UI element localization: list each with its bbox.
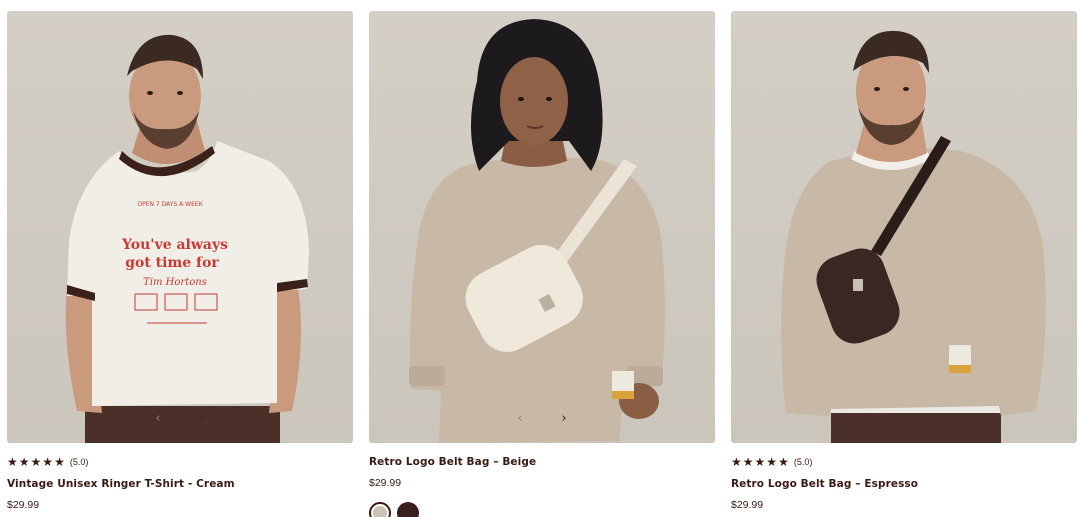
product-image[interactable]: OPEN 7 DAYS A WEEK You've always got tim… — [7, 11, 353, 443]
print-text-line: Tim Hortons — [143, 277, 207, 288]
star-icon: ★ — [42, 455, 54, 469]
print-text-line: OPEN 7 DAYS A WEEK — [137, 201, 203, 208]
star-icon: ★ — [742, 455, 754, 469]
star-icon: ★ — [754, 455, 766, 469]
product-rating: ★ ★ ★ ★ ★ (5.0) — [731, 454, 1077, 470]
product-rating: ★ ★ ★ ★ ★ (5.0) — [7, 454, 353, 470]
star-icon: ★ — [778, 455, 789, 469]
color-swatch-beige[interactable] — [369, 502, 391, 517]
next-image-button[interactable]: › — [557, 411, 571, 425]
product-photo-tshirt: OPEN 7 DAYS A WEEK You've always got tim… — [65, 34, 309, 443]
product-title-link[interactable]: Retro Logo Belt Bag – Espresso — [731, 476, 1077, 492]
star-icon: ★ — [731, 455, 742, 469]
star-icon: ★ — [54, 455, 65, 469]
star-rating: ★ ★ ★ ★ ★ — [7, 456, 65, 468]
color-swatches — [369, 502, 715, 517]
carousel-nav: ‹ › — [151, 411, 209, 425]
star-icon: ★ — [18, 455, 30, 469]
product-title-link[interactable]: Retro Logo Belt Bag – Beige — [369, 454, 715, 470]
carousel-nav: ‹ › — [513, 411, 571, 425]
rating-value: (5.0) — [793, 457, 813, 467]
product-image[interactable] — [731, 11, 1077, 443]
print-text-line: got time for — [125, 255, 219, 271]
star-icon: ★ — [7, 455, 18, 469]
color-swatch-espresso[interactable] — [397, 502, 419, 517]
star-icon: ★ — [30, 455, 42, 469]
product-card[interactable]: ‹ › Retro Logo Belt Bag – Beige $29.99 — [369, 11, 715, 517]
next-image-button[interactable]: › — [195, 411, 209, 425]
star-icon: ★ — [766, 455, 778, 469]
product-price: $29.99 — [369, 477, 402, 489]
swatch-color — [373, 506, 387, 517]
product-card[interactable]: OPEN 7 DAYS A WEEK You've always got tim… — [7, 11, 353, 512]
prev-image-button[interactable]: ‹ — [513, 411, 527, 425]
product-image[interactable]: ‹ › — [369, 11, 715, 443]
print-text-line: You've always — [121, 237, 228, 253]
product-card[interactable]: ★ ★ ★ ★ ★ (5.0) Retro Logo Belt Bag – Es… — [731, 11, 1077, 512]
product-title-link[interactable]: Vintage Unisex Ringer T-Shirt - Cream — [7, 476, 353, 492]
product-price: $29.99 — [7, 499, 40, 511]
swatch-color — [397, 502, 419, 517]
prev-image-button[interactable]: ‹ — [151, 411, 165, 425]
product-photo-belt-bag-espresso — [781, 30, 1046, 443]
product-price: $29.99 — [731, 499, 764, 511]
rating-value: (5.0) — [69, 457, 89, 467]
product-photo-belt-bag-beige — [409, 19, 665, 443]
star-rating: ★ ★ ★ ★ ★ — [731, 456, 789, 468]
